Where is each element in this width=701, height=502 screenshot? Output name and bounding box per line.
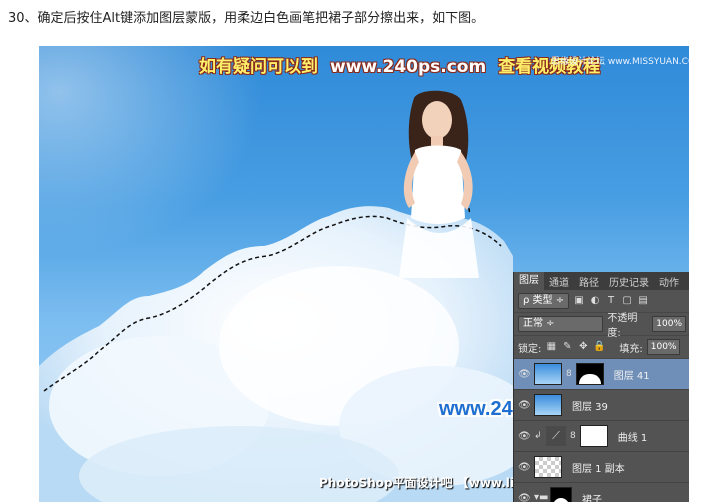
opacity-label: 不透明度: bbox=[607, 313, 638, 339]
lock-label: 锁定: bbox=[518, 343, 542, 355]
layer-row-39[interactable]: 👁 图层 39 bbox=[514, 390, 689, 421]
image-filter-icon[interactable]: ▣ bbox=[573, 295, 585, 307]
woman-figure bbox=[399, 90, 479, 278]
tab-channels[interactable]: 通道 bbox=[544, 274, 574, 289]
eye-icon[interactable]: 👁 bbox=[518, 493, 531, 502]
eye-icon[interactable]: 👁 bbox=[518, 400, 531, 411]
watermark-top-url: www.240ps.com bbox=[330, 57, 487, 77]
fill-label: 填充: bbox=[619, 343, 643, 355]
eye-icon[interactable]: 👁 bbox=[518, 431, 531, 442]
link-icon: 8 bbox=[570, 431, 576, 441]
photo: 如有疑问可以到 www.240ps.com 查看视频教程 思缘设计论坛 www.MI… bbox=[39, 46, 689, 502]
tab-layers[interactable]: 图层 bbox=[514, 272, 544, 290]
layers-panel: 图层 通道 路径 历史记录 动作 ρ 类型 ÷ ▣ ◐ T ▢ ▤ 正常 ÷ 不… bbox=[513, 272, 689, 502]
blend-mode-select[interactable]: 正常 ÷ bbox=[518, 316, 604, 332]
lock-position-icon[interactable]: ✥ bbox=[577, 341, 589, 353]
layer-thumbnail bbox=[534, 394, 562, 416]
curves-adjustment-icon: ⟋ bbox=[546, 426, 566, 446]
fill-value[interactable]: 100% bbox=[646, 339, 681, 355]
layer-thumbnail bbox=[534, 363, 562, 385]
filter-type-label: 类型 bbox=[532, 295, 553, 306]
layer-row-copy[interactable]: 👁 图层 1 副本 bbox=[514, 452, 689, 483]
layer-name: 图层 41 bbox=[613, 370, 650, 382]
lock-all-icon[interactable]: 🔒 bbox=[593, 341, 605, 353]
watermark-top-text: 如有疑问可以到 bbox=[199, 57, 318, 77]
layer-row-skirt-group[interactable]: 👁 ▾▬ 裙子 bbox=[514, 483, 689, 502]
opacity-value[interactable]: 100% bbox=[652, 316, 686, 332]
watermark-top: 如有疑问可以到 www.240ps.com 查看视频教程 bbox=[199, 52, 600, 77]
blend-row: 正常 ÷ 不透明度: 100% bbox=[514, 313, 689, 339]
layer-name: 图层 1 副本 bbox=[572, 463, 625, 475]
step-instruction: 30、确定后按住Alt键添加图层蒙版，用柔边白色画笔把裙子部分擦出来，如下图。 bbox=[8, 11, 485, 26]
tab-actions[interactable]: 动作 bbox=[654, 274, 684, 289]
blend-mode-value: 正常 bbox=[523, 318, 543, 329]
group-mask-thumbnail[interactable] bbox=[550, 487, 572, 502]
layer-name: 裙子 bbox=[582, 494, 602, 502]
shape-filter-icon[interactable]: ▢ bbox=[621, 295, 633, 307]
eye-icon[interactable]: 👁 bbox=[518, 369, 531, 380]
layer-thumbnail bbox=[534, 456, 562, 478]
layer-mask-thumbnail[interactable] bbox=[575, 363, 604, 385]
layer-row-curves[interactable]: 👁 ↲ ⟋ 8 曲线 1 bbox=[514, 421, 689, 452]
smart-filter-icon[interactable]: ▤ bbox=[637, 295, 649, 307]
eye-icon[interactable]: 👁 bbox=[518, 462, 531, 473]
layer-row-41[interactable]: 👁 8 图层 41 bbox=[514, 359, 689, 390]
layer-mask-thumbnail[interactable] bbox=[579, 425, 608, 447]
watermark-corner: 思缘设计论坛 www.MISSYUAN.COM bbox=[551, 57, 689, 67]
layer-name: 曲线 1 bbox=[617, 432, 648, 444]
filter-row: ρ 类型 ÷ ▣ ◐ T ▢ ▤ bbox=[514, 290, 689, 313]
link-icon: 8 bbox=[566, 369, 572, 379]
tab-paths[interactable]: 路径 bbox=[574, 274, 604, 289]
panel-tabs: 图层 通道 路径 历史记录 动作 bbox=[514, 272, 689, 290]
tab-history[interactable]: 历史记录 bbox=[604, 274, 654, 289]
lock-pixels-icon[interactable]: ✎ bbox=[561, 341, 573, 353]
lock-row: 锁定: ▦ ✎ ✥ 🔒 填充: 100% bbox=[514, 336, 689, 359]
filter-type-select[interactable]: ρ 类型 ÷ bbox=[518, 293, 570, 309]
lock-transparency-icon[interactable]: ▦ bbox=[545, 341, 557, 353]
clipping-arrow-icon: ↲ bbox=[534, 431, 542, 441]
layer-name: 图层 39 bbox=[572, 401, 608, 413]
folder-icon[interactable]: ▾▬ bbox=[534, 492, 548, 502]
type-filter-icon[interactable]: T bbox=[605, 295, 617, 307]
adjustment-filter-icon[interactable]: ◐ bbox=[589, 295, 601, 307]
